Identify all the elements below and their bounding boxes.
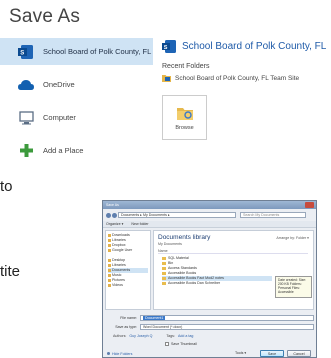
place-label: OneDrive [43,80,75,89]
filename-label: File name: [120,315,137,320]
thumbnail-option[interactable]: Save Thumbnail [165,342,197,346]
thumbnail-checkbox[interactable] [165,342,169,346]
type-select[interactable]: Word Document (*.docx) [140,323,314,330]
file-list: SQL Material Bin Access Standards Access… [162,256,272,286]
authors-value[interactable]: Guy Joseph Q [129,334,152,338]
svg-text:S: S [20,50,24,56]
place-add[interactable]: Add a Place [0,137,153,164]
tags-value[interactable]: Add a tag [178,334,193,338]
svg-text:S: S [164,45,168,51]
location-heading-text: School Board of Polk County, FL [182,41,327,52]
save-button[interactable]: Save [260,350,284,357]
recent-folder-item[interactable]: School Board of Polk County, FL Team Sit… [162,74,331,82]
place-label: Computer [43,113,76,122]
location-panel: S School Board of Polk County, FL Recent… [162,40,331,140]
location-heading: S School Board of Polk County, FL [162,40,331,53]
back-icon[interactable] [106,212,111,218]
library-title: Documents library [158,234,211,241]
metadata-row: Authors: Guy Joseph Q Tags: Add a tag [113,334,313,338]
navigation-pane: Downloads Libraries Dropbox Google User … [105,230,151,310]
address-bar: Documents ▸ My Documents ▸ Search My Doc… [106,211,306,219]
dialog-footer: Hide Folders Tools ▾ Save Cancel [103,348,316,357]
arrange-by[interactable]: Arrange by: Folder ▾ [276,236,309,240]
nav-item[interactable]: Videos [108,283,148,288]
column-header-name[interactable]: Name [158,249,308,254]
tools-button[interactable]: Tools ▾ [235,351,246,355]
file-list-pane: Documents library My Documents Arrange b… [153,230,314,310]
recent-folder-label: School Board of Polk County, FL Team Sit… [175,74,300,82]
browse-button[interactable]: Browse [162,95,207,140]
organize-button[interactable]: Organize ▾ [106,222,123,226]
page-title: Save As [9,6,81,27]
places-list: S School Board of Polk County, FL OneDri… [0,38,153,170]
hide-folders-button[interactable]: Hide Folders [107,352,132,356]
computer-icon [18,110,34,125]
tags-label: Tags: [166,334,175,338]
recent-folders-label: Recent Folders [162,63,210,70]
search-input[interactable]: Search My Documents [240,212,306,218]
sharepoint-icon: S [162,40,176,53]
text-fragment: tite [0,263,21,280]
save-as-dialog: Save As Documents ▸ My Documents ▸ Searc… [102,200,317,358]
place-sharepoint[interactable]: S School Board of Polk County, FL [0,38,153,65]
forward-icon[interactable] [112,212,117,218]
type-label: Save as type: [115,324,137,329]
new-folder-button[interactable]: New folder [131,222,148,226]
place-label: Add a Place [43,146,84,155]
browse-label: Browse [175,124,194,131]
authors-label: Authors: [113,334,127,338]
cancel-button[interactable]: Cancel [287,350,311,357]
place-onedrive[interactable]: OneDrive [0,71,153,98]
text-fragment: to [0,178,13,195]
dialog-titlebar: Save As [103,201,316,209]
nav-item[interactable]: Google User [108,248,148,253]
sharepoint-icon: S [18,44,34,59]
cloud-icon [18,78,34,92]
place-label: School Board of Polk County, FL [43,47,152,56]
folder-icon [162,74,171,82]
filename-field[interactable]: Document1 [140,314,314,321]
filename-row: File name: Document1 [107,314,314,321]
tooltip: Date created: Size: 200 KB Folders: Pers… [275,276,312,298]
command-bar: Organize ▾ New folder [103,221,316,228]
plus-icon [18,144,34,158]
close-icon[interactable] [305,202,314,208]
list-item[interactable]: Accessible Books Dan Schreiber [162,281,272,286]
library-subtitle: My Documents [158,242,182,246]
type-row: Save as type: Word Document (*.docx) [107,323,314,330]
thumbnail-label: Save Thumbnail [171,342,197,346]
filename-value: Document1 [143,315,166,320]
folder-browse-icon [176,105,194,121]
dialog-title: Save As [106,203,119,207]
place-computer[interactable]: Computer [0,104,153,131]
path-field[interactable]: Documents ▸ My Documents ▸ [118,212,236,218]
